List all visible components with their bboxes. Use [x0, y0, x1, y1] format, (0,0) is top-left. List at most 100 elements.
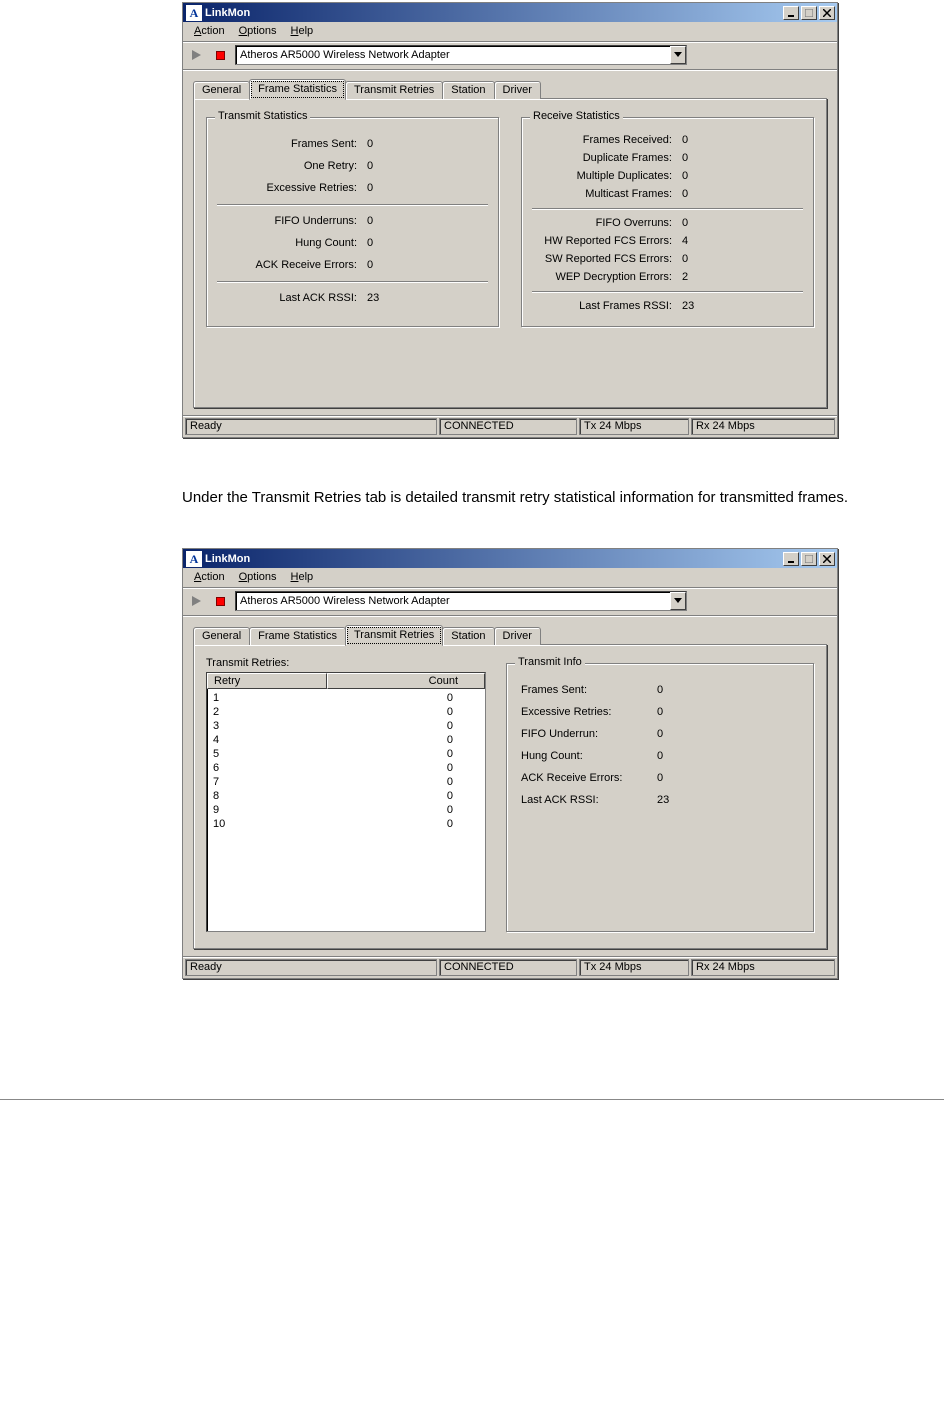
value-sw-fcs-errors: 0: [682, 253, 803, 265]
value-ti-fifo: 0: [657, 728, 697, 740]
status-rx: Rx 24 Mbps: [691, 959, 835, 976]
list-item[interactable]: 80: [209, 789, 483, 803]
chevron-down-icon[interactable]: [670, 46, 686, 64]
window-title: LinkMon: [205, 553, 783, 565]
minimize-button[interactable]: [783, 552, 799, 566]
tab-station[interactable]: Station: [442, 81, 494, 99]
adapter-dropdown-value: Atheros AR5000 Wireless Network Adapter: [240, 595, 670, 607]
list-item[interactable]: 60: [209, 761, 483, 775]
tabs: General Frame Statistics Transmit Retrie…: [193, 78, 827, 99]
label-frames-sent: Frames Sent:: [217, 138, 367, 150]
close-button[interactable]: [819, 6, 835, 20]
listview-body: 102030405060708090100: [207, 689, 485, 931]
value-frames-sent: 0: [367, 138, 488, 150]
value-multiple-duplicates: 0: [682, 170, 803, 182]
play-icon[interactable]: [187, 46, 205, 64]
tab-driver[interactable]: Driver: [494, 81, 541, 99]
column-retry[interactable]: Retry: [207, 673, 327, 689]
legend-transmit: Transmit Statistics: [215, 110, 310, 122]
statusbar: Ready CONNECTED Tx 24 Mbps Rx 24 Mbps: [183, 415, 837, 437]
stop-icon[interactable]: [211, 46, 229, 64]
app-icon: A: [186, 5, 202, 21]
cell-count: 0: [331, 705, 479, 719]
group-transmit-info: Transmit Info Frames Sent:0 Excessive Re…: [506, 663, 814, 932]
label-sw-fcs-errors: SW Reported FCS Errors:: [532, 253, 682, 265]
retries-listview[interactable]: Retry Count 102030405060708090100: [206, 672, 486, 932]
maximize-button[interactable]: [801, 552, 817, 566]
label-last-ack-rssi: Last ACK RSSI:: [217, 292, 367, 304]
adapter-dropdown[interactable]: Atheros AR5000 Wireless Network Adapter: [235, 45, 687, 65]
statusbar: Ready CONNECTED Tx 24 Mbps Rx 24 Mbps: [183, 956, 837, 978]
menu-help[interactable]: Help: [284, 570, 321, 584]
menu-action[interactable]: Action: [187, 24, 232, 38]
play-icon[interactable]: [187, 592, 205, 610]
maximize-button[interactable]: [801, 6, 817, 20]
status-tx: Tx 24 Mbps: [579, 418, 689, 435]
cell-count: 0: [331, 719, 479, 733]
list-item[interactable]: 10: [209, 691, 483, 705]
minimize-button[interactable]: [783, 6, 799, 20]
stop-icon[interactable]: [211, 592, 229, 610]
cell-retry: 6: [213, 761, 331, 775]
label-wep-errors: WEP Decryption Errors:: [532, 271, 682, 283]
label-duplicate-frames: Duplicate Frames:: [532, 152, 682, 164]
list-item[interactable]: 30: [209, 719, 483, 733]
value-fifo-overruns: 0: [682, 217, 803, 229]
label-one-retry: One Retry:: [217, 160, 367, 172]
chevron-down-icon[interactable]: [670, 592, 686, 610]
cell-retry: 1: [213, 691, 331, 705]
tab-general[interactable]: General: [193, 81, 250, 99]
label-ti-excessive: Excessive Retries:: [517, 706, 657, 718]
value-hung-count: 0: [367, 237, 488, 249]
label-ti-frames-sent: Frames Sent:: [517, 684, 657, 696]
tab-transmit-retries[interactable]: Transmit Retries: [345, 81, 443, 99]
value-ti-hung: 0: [657, 750, 697, 762]
menu-help[interactable]: Help: [284, 24, 321, 38]
value-ack-receive-errors: 0: [367, 259, 488, 271]
list-item[interactable]: 90: [209, 803, 483, 817]
value-excessive-retries: 0: [367, 182, 488, 194]
label-frames-received: Frames Received:: [532, 134, 682, 146]
group-transmit-statistics: Transmit Statistics Frames Sent:0 One Re…: [206, 117, 499, 327]
menubar: Action Options Help: [183, 22, 837, 42]
transmit-retries-caption: Transmit Retries:: [206, 657, 486, 669]
menu-action[interactable]: Action: [187, 570, 232, 584]
titlebar[interactable]: A LinkMon: [183, 3, 837, 22]
value-wep-errors: 2: [682, 271, 803, 283]
value-ti-rssi: 23: [657, 794, 697, 806]
label-ti-hung: Hung Count:: [517, 750, 657, 762]
tab-general[interactable]: General: [193, 627, 250, 645]
window-title: LinkMon: [205, 7, 783, 19]
legend-receive: Receive Statistics: [530, 110, 623, 122]
tab-frame-statistics[interactable]: Frame Statistics: [249, 627, 346, 645]
group-receive-statistics: Receive Statistics Frames Received:0 Dup…: [521, 117, 814, 327]
label-multicast-frames: Multicast Frames:: [532, 188, 682, 200]
tab-driver[interactable]: Driver: [494, 627, 541, 645]
status-tx: Tx 24 Mbps: [579, 959, 689, 976]
status-connected: CONNECTED: [439, 418, 577, 435]
linkmon-window-frame-statistics: A LinkMon Action Options Help Atheros AR…: [182, 2, 838, 438]
tab-frame-statistics[interactable]: Frame Statistics: [249, 79, 346, 100]
list-item[interactable]: 20: [209, 705, 483, 719]
cell-retry: 9: [213, 803, 331, 817]
label-ti-ack: ACK Receive Errors:: [517, 772, 657, 784]
titlebar[interactable]: A LinkMon: [183, 549, 837, 568]
cell-count: 0: [331, 761, 479, 775]
toolbar: Atheros AR5000 Wireless Network Adapter: [183, 588, 837, 616]
tab-transmit-retries[interactable]: Transmit Retries: [345, 625, 443, 646]
cell-retry: 10: [213, 817, 331, 831]
cell-count: 0: [331, 789, 479, 803]
list-item[interactable]: 50: [209, 747, 483, 761]
menu-options[interactable]: Options: [232, 570, 284, 584]
list-item[interactable]: 100: [209, 817, 483, 831]
menu-options[interactable]: Options: [232, 24, 284, 38]
value-last-frames-rssi: 23: [682, 300, 803, 312]
list-item[interactable]: 70: [209, 775, 483, 789]
tab-station[interactable]: Station: [442, 627, 494, 645]
adapter-dropdown[interactable]: Atheros AR5000 Wireless Network Adapter: [235, 591, 687, 611]
list-item[interactable]: 40: [209, 733, 483, 747]
cell-retry: 2: [213, 705, 331, 719]
cell-retry: 3: [213, 719, 331, 733]
close-button[interactable]: [819, 552, 835, 566]
column-count[interactable]: Count: [327, 673, 485, 689]
